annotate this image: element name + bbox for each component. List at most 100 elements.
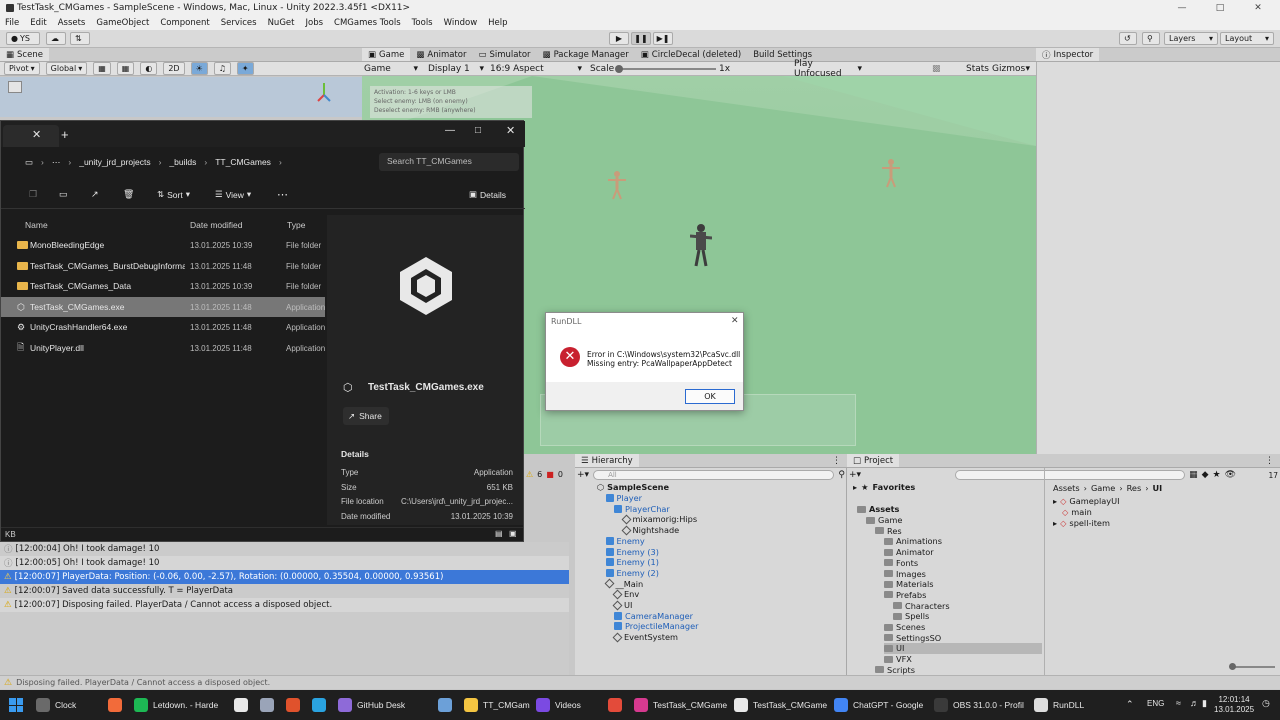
taskbar-app[interactable]: GitHub Desk <box>338 697 434 713</box>
explorer-tab[interactable] <box>3 125 59 147</box>
shading-button[interactable]: ◐ <box>140 62 158 75</box>
menu-window[interactable]: Window <box>444 18 478 28</box>
taskbar-app[interactable]: Letdown. - Harde <box>134 697 230 713</box>
breadcrumb-item[interactable]: _unity_jrd_projects <box>79 157 150 167</box>
scale-slider-thumb[interactable] <box>615 65 623 73</box>
close-tab-icon[interactable]: ✕ <box>32 128 41 141</box>
audio-mute-icon[interactable]: ▩ <box>932 64 941 74</box>
menu-cmgames-tools[interactable]: CMGames Tools <box>334 18 401 28</box>
add-icon[interactable]: +▾ <box>849 470 861 480</box>
stats-button[interactable]: Stats <box>966 64 989 74</box>
details-view-icon[interactable]: ▤ <box>495 529 503 538</box>
scale-slider[interactable] <box>615 65 716 73</box>
explorer-search-input[interactable]: Search TT_CMGames <box>379 153 519 171</box>
hierarchy-item[interactable]: Env <box>612 589 639 600</box>
console-line-info[interactable]: ⓘ [12:00:04] Oh! I took damage! 10 <box>0 542 569 556</box>
tab-circledecal[interactable]: ▣ CircleDecal (deleted) <box>635 48 747 61</box>
tray-chevron-icon[interactable]: ⌃ <box>1126 699 1134 710</box>
audio-button[interactable]: ♫ <box>213 62 231 75</box>
taskbar-app[interactable]: TT_CMGam <box>464 697 532 713</box>
layers-dropdown[interactable]: Layers ▾ <box>1164 32 1218 45</box>
hierarchy-item[interactable]: mixamorig:Hips <box>621 514 697 525</box>
share-icon[interactable]: ↗ <box>91 189 99 200</box>
project-folder-item[interactable]: Animations <box>884 536 942 547</box>
taskbar-app[interactable]: OBS 31.0.0 - Profil <box>934 697 1030 713</box>
menu-edit[interactable]: Edit <box>30 18 46 28</box>
clock[interactable]: 12:01:14 13.01.2025 <box>1214 695 1254 715</box>
minimize-icon[interactable]: — <box>1174 3 1190 13</box>
dialog-close-icon[interactable]: ✕ <box>731 316 739 326</box>
hand-tool-icon[interactable] <box>8 81 22 93</box>
taskbar-app[interactable]: ChatGPT - Google <box>834 697 930 713</box>
aspect-dropdown[interactable]: 16:9 Aspect ▾ <box>490 63 582 75</box>
hierarchy-item[interactable]: EventSystem <box>612 632 678 643</box>
menu-help[interactable]: Help <box>488 18 507 28</box>
project-folder-item[interactable]: Characters <box>893 600 950 611</box>
hierarchy-item[interactable]: Nightshade <box>621 525 679 536</box>
view-button[interactable]: ☰ View ▾ <box>215 189 251 200</box>
menu-component[interactable]: Component <box>160 18 209 28</box>
hierarchy-item[interactable]: ProjectileManager <box>614 621 699 632</box>
project-folder-item[interactable]: Res <box>875 525 902 536</box>
column-date-modified[interactable]: Date modified <box>190 220 242 230</box>
close-icon[interactable]: ✕ <box>1250 3 1266 13</box>
taskbar-app[interactable]: TestTask_CMGame <box>734 697 830 713</box>
tab-game[interactable]: ▣ Game <box>362 48 411 61</box>
menu-jobs[interactable]: Jobs <box>305 18 323 28</box>
project-folder-item[interactable]: Spells <box>893 611 929 622</box>
start-button[interactable] <box>9 698 23 712</box>
scene-gizmo-icon[interactable] <box>316 81 332 107</box>
history-button[interactable]: ↺ <box>1119 32 1137 45</box>
more-options-icon[interactable]: ⋯ <box>277 188 288 201</box>
breadcrumb-item[interactable]: Res <box>1127 483 1142 493</box>
hierarchy-item[interactable]: Enemy (2) <box>605 568 659 579</box>
tab-package-manager[interactable]: ▩ Package Manager <box>537 48 635 61</box>
collab-button[interactable]: ⇅ <box>70 32 90 45</box>
pause-button[interactable]: ❚❚ <box>631 32 651 45</box>
tab-inspector[interactable]: ⓘ Inspector <box>1036 48 1100 61</box>
monitor-icon[interactable]: ▭ <box>25 157 33 168</box>
more-icon[interactable]: ⋯ <box>52 157 61 168</box>
share-button[interactable]: ↗ Share <box>343 407 389 425</box>
copy-icon[interactable]: ❐ <box>29 189 37 200</box>
cloud-button[interactable]: ☁ <box>46 32 66 45</box>
column-type[interactable]: Type <box>287 220 305 230</box>
play-mode-dropdown[interactable]: Play Unfocused ▾ <box>794 59 862 79</box>
taskbar-app[interactable]: TestTask_CMGame <box>634 697 730 713</box>
menu-nuget[interactable]: NuGet <box>268 18 295 28</box>
console-line-warning[interactable]: ⚠ [12:00:07] Disposing failed. PlayerData… <box>0 598 569 612</box>
menu-file[interactable]: File <box>5 18 19 28</box>
play-button[interactable]: ▶ <box>609 32 629 45</box>
search-button[interactable]: ⚲ <box>1142 32 1160 45</box>
project-folder-item[interactable]: Materials <box>884 579 934 590</box>
account-button[interactable]: ● YS <box>6 32 40 45</box>
details-pane-button[interactable]: ▣ Details <box>469 189 506 200</box>
grid-button[interactable]: ▦ <box>93 62 111 75</box>
file-row[interactable]: ⚙ UnityCrashHandler64.exe 13.01.2025 11:48… <box>1 317 325 337</box>
error-count[interactable]: 0 <box>558 470 563 479</box>
tab-simulator[interactable]: ▭ Simulator <box>472 48 536 61</box>
project-folder-item[interactable]: SettingsSO <box>884 632 941 643</box>
pivot-dropdown[interactable]: Pivot ▾ <box>4 62 40 75</box>
taskbar-app[interactable]: RunDLL <box>1034 697 1102 713</box>
sort-button[interactable]: ⇅ Sort ▾ <box>157 189 190 200</box>
project-folder-item[interactable]: Scripts <box>875 665 915 676</box>
enemy-character[interactable] <box>882 158 900 188</box>
hierarchy-item[interactable]: UI <box>612 600 632 611</box>
minimize-icon[interactable]: — <box>445 125 455 136</box>
project-folder-item[interactable]: Prefabs <box>884 590 926 601</box>
language-indicator[interactable]: ENG <box>1147 699 1164 708</box>
taskbar-app[interactable]: Videos <box>536 697 604 713</box>
hierarchy-item[interactable]: CameraManager <box>614 610 693 621</box>
delete-icon[interactable]: 🗑 <box>123 189 134 200</box>
tiles-view-icon[interactable]: ▣ <box>509 529 517 538</box>
icon-size-slider[interactable] <box>1229 663 1275 670</box>
taskbar-app[interactable]: Clock <box>36 697 104 713</box>
snap-button[interactable]: ▦ <box>116 62 135 75</box>
project-folder-item[interactable]: Scenes <box>884 622 925 633</box>
menu-assets[interactable]: Assets <box>58 18 86 28</box>
asset-item[interactable]: ▸ ◇ GameplayUI <box>1053 496 1120 507</box>
taskbar-app[interactable] <box>312 697 334 713</box>
layout-dropdown[interactable]: Layout ▾ <box>1220 32 1274 45</box>
lighting-button[interactable]: ☀ <box>190 62 208 75</box>
